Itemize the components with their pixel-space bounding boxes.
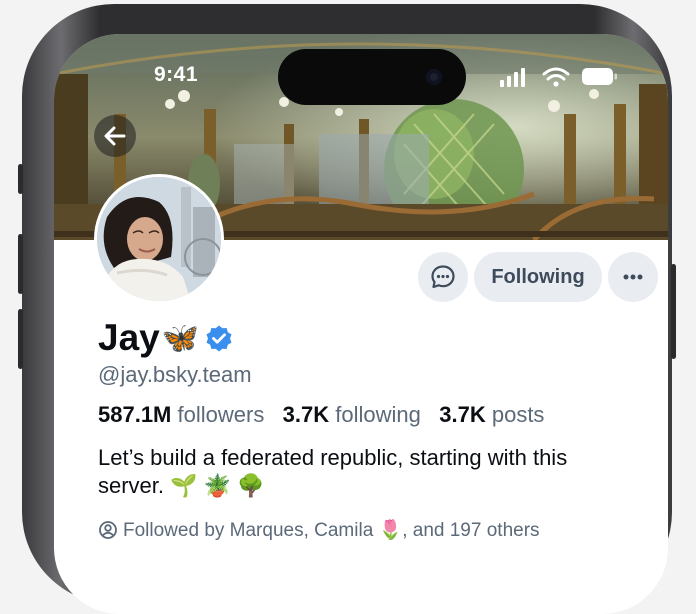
- back-button[interactable]: [94, 115, 136, 157]
- dynamic-island: [278, 49, 466, 105]
- following-label: following: [335, 402, 421, 427]
- status-icons: [500, 66, 620, 88]
- wifi-icon: [542, 67, 570, 87]
- cellular-signal-icon: [500, 68, 525, 87]
- followers-label: followers: [177, 402, 265, 427]
- message-button[interactable]: [418, 252, 468, 302]
- posts-count: 3.7K: [439, 402, 486, 427]
- chat-bubble-icon: [431, 265, 455, 289]
- phone-side-button: [18, 309, 23, 369]
- following-button[interactable]: Following: [474, 252, 602, 302]
- phone-side-button: [18, 234, 23, 294]
- posts-label: posts: [491, 402, 545, 427]
- profile-stats: 587.1M followers 3.7K following 3.7K pos…: [98, 402, 544, 428]
- verified-check-icon[interactable]: [205, 324, 233, 352]
- profile-bio: Let’s build a federated republic, starti…: [98, 445, 568, 498]
- front-camera: [426, 69, 442, 85]
- following-link[interactable]: 3.7K following: [283, 402, 421, 427]
- following-count: 3.7K: [282, 402, 330, 427]
- back-arrow-icon: [104, 126, 126, 146]
- more-options-button[interactable]: [608, 252, 658, 302]
- phone-frame: 9:41 Following Jay 🦋 @jay.bsky.team 587.…: [18, 4, 676, 614]
- display-name: Jay 🦋: [98, 317, 233, 359]
- phone-side-button: [671, 264, 676, 359]
- status-time: 9:41: [154, 63, 199, 86]
- butterfly-emoji: 🦋: [161, 321, 200, 355]
- phone-screen: 9:41 Following Jay 🦋 @jay.bsky.team 587.…: [54, 34, 668, 614]
- more-dots-icon: [623, 274, 643, 280]
- avatar-photo: [97, 177, 221, 301]
- followed-by-link[interactable]: Followed by Marques, Camila 🌷, and 197 o…: [98, 518, 540, 542]
- person-circle-icon: [99, 521, 117, 539]
- battery-icon: [582, 68, 617, 85]
- followers-link[interactable]: 587.1M followers: [98, 402, 264, 427]
- display-name-text: Jay: [98, 317, 160, 358]
- posts-stat: 3.7K posts: [439, 402, 544, 427]
- followers-count: 587.1M: [98, 402, 172, 427]
- phone-side-button: [18, 164, 23, 194]
- profile-handle: @jay.bsky.team: [98, 362, 252, 387]
- avatar[interactable]: [94, 174, 224, 304]
- followed-by-text: Followed by Marques, Camila 🌷, and 197 o…: [123, 520, 540, 541]
